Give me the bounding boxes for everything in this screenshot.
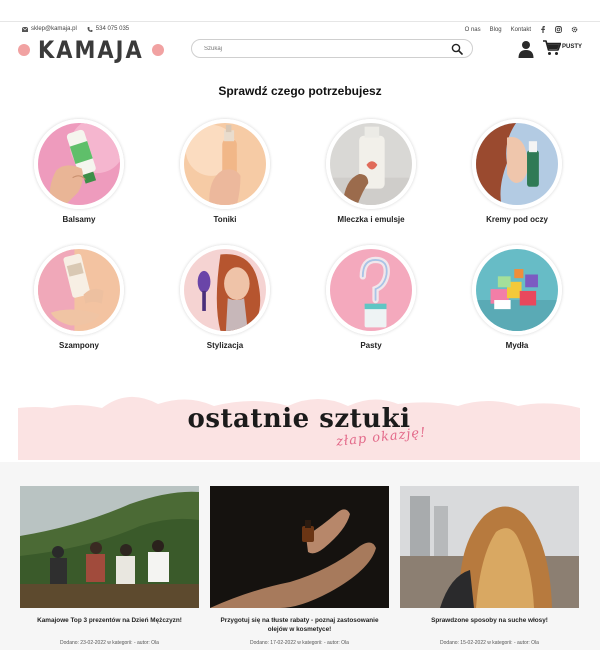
blog-post[interactable]: Kamajowe Top 3 prezentów na Dzień Mężczy… <box>20 486 199 646</box>
phone-icon <box>87 26 93 32</box>
category-image <box>326 245 416 335</box>
facebook-icon[interactable] <box>540 26 546 33</box>
category-label: Kremy pod oczy <box>486 215 548 224</box>
category-balsamy[interactable]: Balsamy <box>29 119 129 224</box>
category-label: Toniki <box>213 215 237 224</box>
category-image <box>180 119 270 209</box>
blog-post-meta: Dodano: 23-02-2022 w kategorii: - autor:… <box>60 640 159 646</box>
category-image <box>34 245 124 335</box>
logo-dot-right <box>151 44 164 56</box>
site-logo[interactable]: KAMAJA <box>18 35 164 64</box>
category-pasty[interactable]: Pasty <box>321 245 421 350</box>
utility-links: O nas Blog Kontakt <box>465 26 578 33</box>
banner-headline: ostatnie sztuki <box>187 404 411 434</box>
category-label: Balsamy <box>62 215 96 224</box>
email-text: sklep@kamaja.pl <box>31 26 77 32</box>
last-items-banner[interactable]: ostatnie sztuki złap okazję! <box>18 392 580 460</box>
phone-text: 534 075 035 <box>95 26 130 32</box>
cart-status[interactable]: PUSTY <box>562 44 582 50</box>
search-bar <box>191 39 473 58</box>
category-mleczka[interactable]: Mleczka i emulsje <box>321 119 421 224</box>
blog-post-title[interactable]: Kamajowe Top 3 prezentów na Dzień Mężczy… <box>20 617 199 636</box>
envelope-icon <box>22 26 28 32</box>
category-image <box>472 119 562 209</box>
category-mydla[interactable]: Mydła <box>467 245 567 350</box>
category-label: Mydła <box>505 341 529 350</box>
category-image <box>180 245 270 335</box>
link-blog[interactable]: Blog <box>490 27 502 33</box>
category-image <box>472 245 562 335</box>
link-about[interactable]: O nas <box>465 27 481 33</box>
category-kremy-pod-oczy[interactable]: Kremy pod oczy <box>467 119 567 224</box>
blog-post-image[interactable] <box>210 486 389 608</box>
category-toniki[interactable]: Toniki <box>175 119 275 224</box>
blog-post-image[interactable] <box>400 486 579 608</box>
category-label: Pasty <box>360 341 382 350</box>
blog-post-meta: Dodano: 17-02-2022 w kategorii: - autor:… <box>250 640 349 646</box>
search-input[interactable] <box>204 43 444 55</box>
phone-link[interactable]: 534 075 035 <box>87 26 129 32</box>
blog-post[interactable]: Sprawdzone sposoby na suche włosy! Dodan… <box>400 486 579 646</box>
email-link[interactable]: sklep@kamaja.pl <box>22 26 77 32</box>
blog-post-title[interactable]: Przygotuj się na tłuste rabaty - poznaj … <box>210 617 389 636</box>
category-label: Stylizacja <box>206 341 244 350</box>
category-label: Szampony <box>58 341 99 350</box>
category-image <box>326 119 416 209</box>
category-image <box>34 119 124 209</box>
contact-info: sklep@kamaja.pl 534 075 035 <box>22 26 129 32</box>
blog-post[interactable]: Przygotuj się na tłuste rabaty - poznaj … <box>210 486 389 646</box>
blog-post-title[interactable]: Sprawdzone sposoby na suche włosy! <box>400 617 579 636</box>
category-szampony[interactable]: Szampony <box>29 245 129 350</box>
search-icon[interactable] <box>451 43 463 55</box>
category-label: Mleczka i emulsje <box>337 215 405 224</box>
logo-dot-left <box>18 44 30 56</box>
cart-icon[interactable] <box>543 40 561 56</box>
blog-post-image[interactable] <box>20 486 199 608</box>
instagram-icon[interactable] <box>555 26 562 33</box>
categories-title: Sprawdź czego potrzebujesz <box>218 84 382 98</box>
settings-icon[interactable] <box>571 26 578 33</box>
blog-post-meta: Dodano: 15-02-2022 w kategorii: - autor:… <box>440 640 539 646</box>
logo-text: KAMAJA <box>38 35 144 64</box>
top-divider <box>0 21 600 22</box>
category-stylizacja[interactable]: Stylizacja <box>175 245 275 350</box>
user-icon[interactable] <box>518 40 534 58</box>
link-contact[interactable]: Kontakt <box>511 27 531 33</box>
